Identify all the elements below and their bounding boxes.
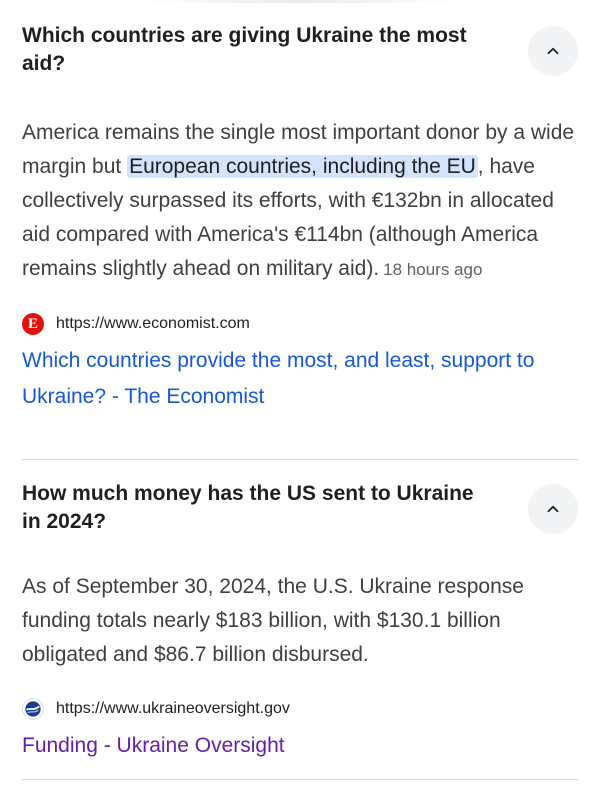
- faq-question[interactable]: How much money has the US sent to Ukrain…: [22, 480, 492, 536]
- source-link[interactable]: Funding - Ukraine Oversight: [22, 728, 578, 764]
- ukraine-oversight-logo-icon: [22, 698, 44, 720]
- faq-item-us-money: How much money has the US sent to Ukrain…: [22, 480, 578, 764]
- collapse-button[interactable]: [528, 484, 578, 534]
- source-link[interactable]: Which countries provide the most, and le…: [22, 343, 578, 415]
- faq-question[interactable]: Which countries are giving Ukraine the m…: [22, 22, 492, 78]
- people-also-ask-panel: Which countries are giving Ukraine the m…: [0, 0, 600, 800]
- answer-highlight: European countries, including the EU: [127, 155, 478, 178]
- faq-question-row[interactable]: How much money has the US sent to Ukrain…: [22, 480, 578, 536]
- top-edge-shadow: [140, 0, 460, 3]
- source-attribution[interactable]: https://www.ukraineoversight.gov: [22, 698, 578, 720]
- faq-answer: America remains the single most importan…: [22, 116, 578, 287]
- faq-answer: As of September 30, 2024, the U.S. Ukrai…: [22, 575, 524, 666]
- faq-divider: [22, 779, 578, 780]
- chevron-up-icon: [547, 47, 559, 55]
- source-url[interactable]: https://www.ukraineoversight.gov: [56, 700, 290, 718]
- economist-logo-icon: E: [22, 313, 44, 335]
- faq-item-most-aid: Which countries are giving Ukraine the m…: [22, 22, 578, 415]
- globe-eagle-icon: [25, 701, 41, 717]
- source-attribution[interactable]: E https://www.economist.com: [22, 313, 578, 335]
- source-url[interactable]: https://www.economist.com: [56, 315, 250, 333]
- answer-timestamp: 18 hours ago: [383, 260, 483, 279]
- collapse-button[interactable]: [528, 26, 578, 76]
- faq-divider: [22, 459, 578, 460]
- faq-question-row[interactable]: Which countries are giving Ukraine the m…: [22, 22, 578, 78]
- chevron-up-icon: [547, 505, 559, 513]
